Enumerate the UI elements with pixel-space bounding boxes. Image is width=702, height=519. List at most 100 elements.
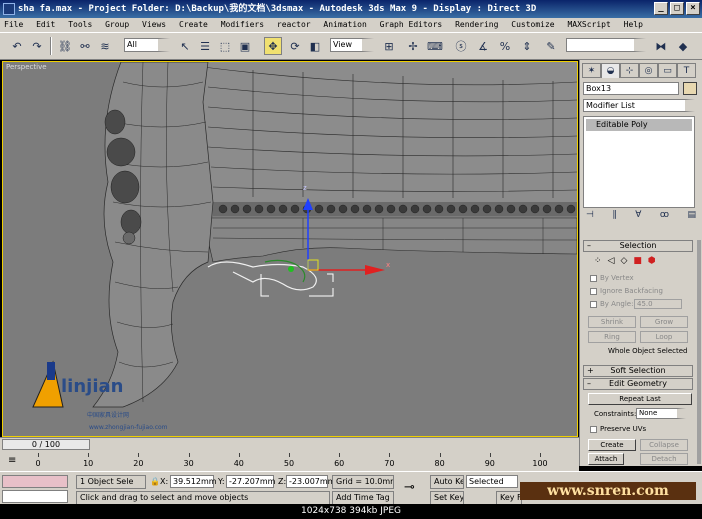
by-angle-checkbox[interactable]: By Angle: [590,300,633,308]
utilities-tab-icon[interactable]: T [677,63,696,78]
panel-scrollbar[interactable] [697,240,701,464]
reference-coord-dropdown[interactable]: View [330,38,374,52]
motion-tab-icon[interactable]: ◎ [639,63,658,78]
named-selection-dropdown[interactable] [566,38,646,52]
window-crossing-icon[interactable]: ▣ [236,37,254,55]
menu-graph-editors[interactable]: Graph Editors [380,20,443,29]
detach-button[interactable]: Detach [640,453,688,465]
menu-file[interactable]: File [4,20,23,29]
menu-customize[interactable]: Customize [511,20,554,29]
rectangular-selection-icon[interactable]: ⬚ [216,37,234,55]
redo-icon[interactable]: ↷ [28,37,46,55]
select-and-scale-icon[interactable]: ◧ [306,37,324,55]
object-name-field[interactable]: Box13 [583,82,679,95]
menu-tools[interactable]: Tools [68,20,92,29]
pivot-center-icon[interactable]: ⊞ [380,37,398,55]
app-icon[interactable] [3,3,15,15]
element-level-icon[interactable]: ⬢ [648,256,656,266]
soft-selection-rollout-header[interactable]: + Soft Selection [583,365,693,377]
constraints-dropdown[interactable]: None [636,408,686,419]
unlink-icon[interactable]: ⚯ [76,37,94,55]
select-and-rotate-icon[interactable]: ⟳ [286,37,304,55]
perspective-viewport[interactable]: z x linjian Perspective 中国家具设计网 www.zhon… [2,61,578,437]
edit-geometry-rollout-header[interactable]: – Edit Geometry [583,378,693,390]
hierarchy-tab-icon[interactable]: ⊹ [620,63,639,78]
create-button[interactable]: Create [588,439,636,451]
key-icon[interactable]: ⊸ [404,480,415,495]
time-slider-thumb[interactable]: 0 / 100 [2,439,90,450]
modifier-list-dropdown[interactable]: Modifier List [583,99,695,112]
minimize-button[interactable]: _ [654,2,668,15]
menu-rendering[interactable]: Rendering [455,20,498,29]
object-color-swatch[interactable] [683,82,697,95]
make-unique-icon[interactable]: ∀ [635,210,641,222]
menu-create[interactable]: Create [179,20,208,29]
z-coordinate-field[interactable]: -23.007mm [286,475,335,488]
bind-space-warp-icon[interactable]: ≋ [96,37,114,55]
track-bar-menu-icon[interactable]: ≡ [8,455,16,466]
shrink-button[interactable]: Shrink [588,316,636,328]
keyboard-shortcut-override-icon[interactable]: ⌨ [426,37,444,55]
grow-button[interactable]: Grow [640,316,688,328]
menu-animation[interactable]: Animation [323,20,366,29]
percent-snap-icon[interactable]: % [496,37,514,55]
y-coordinate-field[interactable]: -27.207mm [226,475,275,488]
select-and-manipulate-icon[interactable]: ✢ [404,37,422,55]
selection-rollout-header[interactable]: – Selection [583,240,693,252]
edit-named-selection-icon[interactable]: ✎ [542,37,560,55]
polygon-level-icon[interactable]: ■ [633,256,642,266]
loop-button[interactable]: Loop [640,331,688,343]
create-tab-icon[interactable]: ✶ [582,63,601,78]
edge-level-icon[interactable]: ◁ [608,256,615,266]
viewport-label[interactable]: Perspective [6,63,47,71]
show-end-result-icon[interactable]: ∥ [612,210,617,222]
by-angle-spinner[interactable]: 45.0 [634,299,682,309]
maxscript-mini-listener[interactable] [2,490,68,503]
set-key-button[interactable]: Set Key [430,491,464,505]
select-and-link-icon[interactable]: ⛓ [56,37,74,55]
attach-button[interactable]: Attach [588,453,624,465]
mirror-icon[interactable]: ⧓ [652,37,670,55]
menu-edit[interactable]: Edit [36,20,55,29]
border-level-icon[interactable]: ◇ [620,256,627,266]
selection-filter-dropdown[interactable]: All [124,38,170,52]
snaps-toggle-icon[interactable]: ⓢ [452,37,470,55]
lock-selection-icon[interactable]: 🔒 [150,477,160,486]
key-filters-button[interactable]: Key Filte [496,491,522,505]
auto-key-button[interactable]: Auto Key [430,475,464,489]
maximize-button[interactable]: □ [670,2,684,15]
display-tab-icon[interactable]: ▭ [658,63,677,78]
stack-item-editable-poly[interactable]: Editable Poly [586,119,692,131]
menu-help[interactable]: Help [624,20,643,29]
menu-group[interactable]: Group [105,20,129,29]
by-vertex-checkbox[interactable]: By Vertex [590,274,634,282]
track-bar[interactable]: ≡ 0 10 20 30 40 50 60 70 80 90 100 [0,451,579,471]
collapse-button[interactable]: Collapse [640,439,688,451]
angle-snap-icon[interactable]: ∡ [474,37,492,55]
pin-stack-icon[interactable]: ⊣ [586,210,594,222]
repeat-last-button[interactable]: Repeat Last [588,393,692,405]
add-time-tag-button[interactable]: Add Time Tag [332,491,394,505]
menu-reactor[interactable]: reactor [277,20,311,29]
key-mode-dropdown[interactable]: Selected [466,475,518,488]
preserve-uvs-checkbox[interactable]: Preserve UVs [590,425,646,433]
spinner-snap-icon[interactable]: ⇕ [518,37,536,55]
ring-button[interactable]: Ring [588,331,636,343]
align-icon[interactable]: ◆ [674,37,692,55]
configure-modifier-sets-icon[interactable]: ▤ [687,210,696,222]
x-coordinate-field[interactable]: 39.512mm [170,475,217,488]
select-by-name-icon[interactable]: ☰ [196,37,214,55]
undo-icon[interactable]: ↶ [8,37,26,55]
menu-maxscript[interactable]: MAXScript [567,20,610,29]
close-button[interactable]: × [686,2,700,15]
remove-modifier-icon[interactable]: ꝏ [660,210,669,222]
menu-views[interactable]: Views [142,20,166,29]
select-object-icon[interactable]: ↖ [176,37,194,55]
ignore-backfacing-checkbox[interactable]: Ignore Backfacing [590,287,663,295]
time-slider[interactable]: 0 / 100 [0,437,579,451]
menu-modifiers[interactable]: Modifiers [221,20,264,29]
maxscript-listener[interactable] [2,475,68,488]
select-and-move-icon[interactable]: ✥ [264,37,282,55]
vertex-level-icon[interactable]: ⁘ [594,256,602,266]
modify-tab-icon[interactable]: ◒ [601,63,620,78]
